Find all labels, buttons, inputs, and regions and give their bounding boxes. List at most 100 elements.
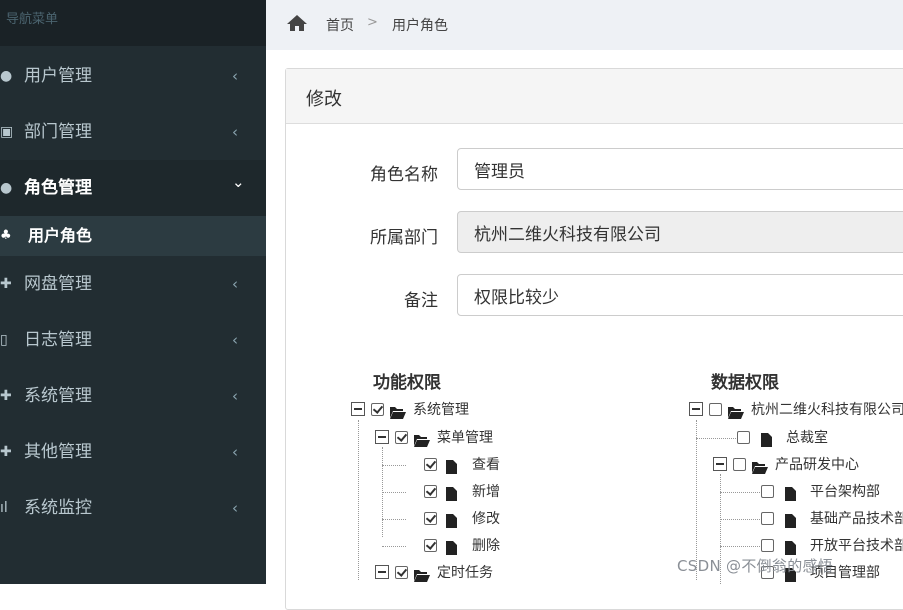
chevron-left-icon: ‹: [232, 275, 238, 293]
chevron-left-icon: ‹: [232, 67, 238, 85]
file-icon: [446, 512, 457, 536]
chevron-left-icon: ‹: [232, 387, 238, 405]
tree-connector: [382, 465, 406, 466]
file-icon: [785, 512, 796, 531]
remark-label: 备注: [404, 291, 438, 311]
checkbox[interactable]: [424, 512, 437, 525]
sidebar-item-label: 部门管理: [24, 122, 92, 142]
sidebar-subitem-user-role[interactable]: ♣ 用户角色: [0, 216, 266, 256]
collapse-icon[interactable]: [375, 565, 389, 579]
file-icon: [446, 539, 457, 563]
func-tree-node-add[interactable]: 新增: [424, 480, 544, 504]
folder-open-icon: [414, 566, 430, 590]
tree-node-label: 总裁室: [786, 430, 828, 446]
tree-node-label: 定时任务: [437, 565, 493, 581]
checkbox[interactable]: [424, 458, 437, 471]
tree-node-label: 菜单管理: [437, 430, 493, 446]
dept-label: 所属部门: [370, 228, 438, 248]
panel-title: 修改: [306, 89, 342, 110]
cloud-icon: ✚: [0, 276, 12, 292]
tree-node-label: 新增: [472, 484, 500, 500]
log-icon: ▯: [0, 332, 8, 348]
func-tree-node-sys[interactable]: 系统管理: [351, 398, 551, 422]
checkbox[interactable]: [709, 403, 722, 416]
data-tree-node-base-product[interactable]: 基础产品技术部: [761, 507, 903, 531]
tree-node-label: 杭州二维火科技有限公司: [751, 402, 903, 418]
folder-open-icon: [390, 403, 406, 427]
dept-input[interactable]: [457, 211, 903, 253]
collapse-icon[interactable]: [689, 402, 703, 416]
tree-connector: [720, 519, 760, 520]
role-icon: ●: [0, 180, 13, 196]
sidebar-item-dept-mgmt[interactable]: ▣ 部门管理 ‹: [0, 104, 266, 160]
sidebar-item-label: 网盘管理: [24, 274, 92, 294]
other-icon: ✚: [0, 444, 12, 460]
tree-node-label: 系统管理: [413, 402, 469, 418]
data-perm-title: 数据权限: [711, 373, 779, 393]
chevron-left-icon: ‹: [232, 331, 238, 349]
breadcrumb-home-link[interactable]: 首页: [326, 15, 354, 35]
data-tree-node-company[interactable]: 杭州二维火科技有限公司: [689, 398, 903, 422]
sidebar-item-label: 日志管理: [24, 330, 92, 350]
user-role-icon: ♣: [0, 228, 12, 243]
file-icon: [446, 458, 457, 482]
folder-open-icon: [752, 458, 768, 482]
remark-input[interactable]: [457, 274, 903, 316]
sidebar-item-label: 系统管理: [24, 386, 92, 406]
monitor-icon: ıl: [0, 500, 8, 516]
tree-connector: [382, 546, 406, 547]
func-tree-node-cron[interactable]: 定时任务: [375, 561, 575, 585]
func-tree-node-view[interactable]: 查看: [424, 453, 544, 477]
tree-node-label: 修改: [472, 511, 500, 527]
tree-connector: [696, 438, 736, 439]
sidebar-item-user-mgmt[interactable]: ● 用户管理 ‹: [0, 48, 266, 104]
breadcrumb-current: 用户角色: [392, 18, 448, 34]
role-name-label: 角色名称: [370, 165, 438, 185]
chevron-down-icon: ⌄: [232, 173, 245, 191]
checkbox[interactable]: [761, 485, 774, 498]
collapse-icon[interactable]: [351, 402, 365, 416]
settings-icon: ✚: [0, 388, 12, 404]
tree-node-label: 删除: [472, 538, 500, 554]
checkbox[interactable]: [761, 539, 774, 552]
chevron-left-icon: ‹: [232, 499, 238, 517]
checkbox[interactable]: [733, 458, 746, 471]
sidebar-item-disk-mgmt[interactable]: ✚ 网盘管理 ‹: [0, 256, 266, 312]
data-tree-node-platform-arch[interactable]: 平台架构部: [761, 480, 903, 504]
sidebar-item-sys-monitor[interactable]: ıl 系统监控 ‹: [0, 480, 266, 536]
sidebar-item-label: 角色管理: [24, 178, 92, 198]
func-tree-node-menu[interactable]: 菜单管理: [375, 426, 575, 450]
panel-header: 修改: [286, 69, 903, 124]
sidebar-item-sys-mgmt[interactable]: ✚ 系统管理 ‹: [0, 368, 266, 424]
data-tree-node-rd-center[interactable]: 产品研发中心: [713, 453, 903, 477]
tree-node-label: 基础产品技术部: [810, 511, 903, 527]
sidebar-item-log-mgmt[interactable]: ▯ 日志管理 ‹: [0, 312, 266, 368]
checkbox[interactable]: [737, 431, 750, 444]
tree-node-label: 查看: [472, 457, 500, 473]
home-icon[interactable]: [286, 14, 308, 36]
checkbox[interactable]: [395, 566, 408, 579]
func-tree-node-delete[interactable]: 删除: [424, 534, 544, 558]
role-name-input[interactable]: [457, 148, 903, 190]
checkbox[interactable]: [424, 539, 437, 552]
data-tree-node-ceo-office[interactable]: 总裁室: [737, 426, 897, 450]
checkbox[interactable]: [761, 512, 774, 525]
tree-connector: [358, 420, 359, 580]
sidebar-item-role-mgmt[interactable]: ● 角色管理 ⌄: [0, 160, 266, 216]
tree-connector: [382, 519, 406, 520]
sidebar-item-other-mgmt[interactable]: ✚ 其他管理 ‹: [0, 424, 266, 480]
func-perm-title: 功能权限: [373, 373, 441, 393]
file-icon: [785, 485, 796, 504]
tree-connector: [382, 492, 406, 493]
checkbox[interactable]: [424, 485, 437, 498]
func-tree-node-edit[interactable]: 修改: [424, 507, 544, 531]
file-icon: [761, 431, 772, 455]
watermark: CSDN @不倒翁的感悟: [677, 557, 834, 575]
collapse-icon[interactable]: [713, 457, 727, 471]
breadcrumb: 首页 > 用户角色: [266, 0, 903, 50]
checkbox[interactable]: [395, 431, 408, 444]
checkbox[interactable]: [371, 403, 384, 416]
collapse-icon[interactable]: [375, 430, 389, 444]
sidebar-subitem-label: 用户角色: [28, 226, 93, 245]
folder-open-icon: [728, 403, 744, 422]
